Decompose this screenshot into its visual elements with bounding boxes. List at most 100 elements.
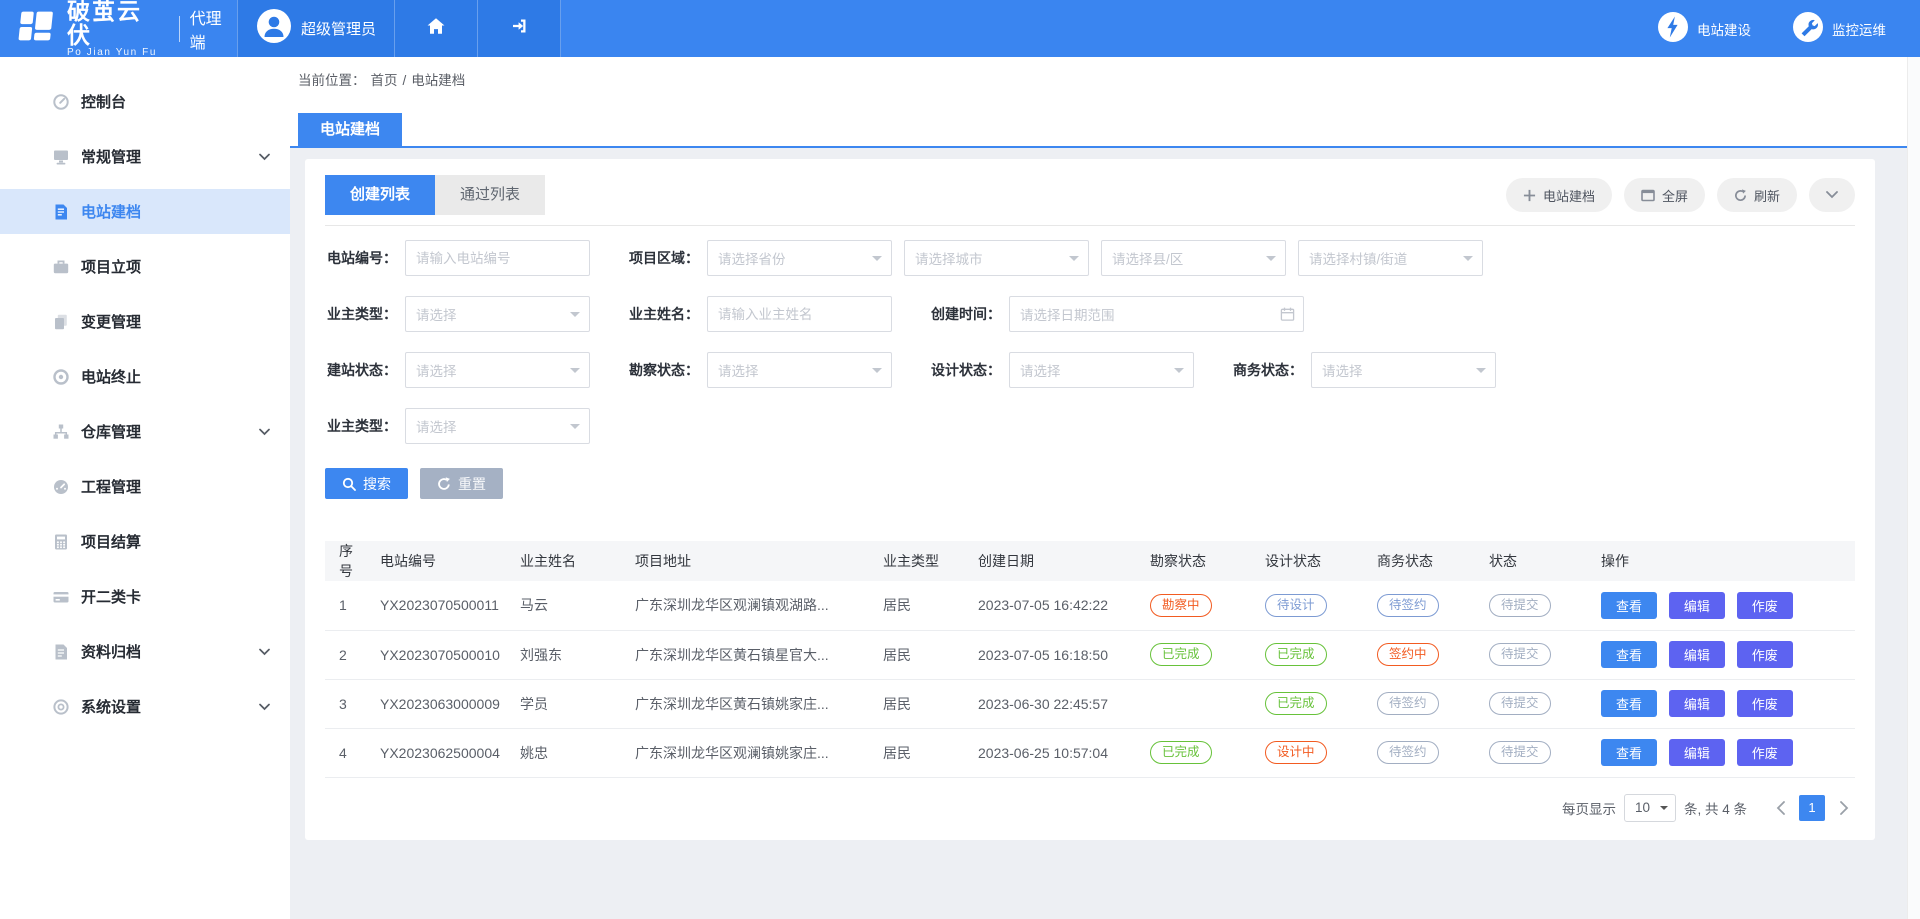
city-select[interactable]: 请选择城市 [904, 240, 1089, 276]
build-status-select[interactable]: 请选择 [405, 352, 590, 388]
per-page-select[interactable]: 10 [1624, 794, 1676, 822]
next-page-button[interactable] [1833, 795, 1855, 821]
reset-button[interactable]: 重置 [420, 468, 503, 499]
town-select[interactable]: 请选择村镇/街道 [1298, 240, 1483, 276]
chevron-left-icon [1776, 801, 1785, 815]
owner-name-input[interactable] [707, 296, 892, 332]
create-time-label: 创建时间： [929, 304, 1001, 324]
sidebar-item-label: 资料归档 [81, 641, 141, 662]
col-header: 序号 [325, 541, 370, 581]
target-icon [52, 368, 70, 386]
header-quick-links: 电站建设 监控运维 [1658, 0, 1920, 57]
edit-button[interactable]: 编辑 [1669, 739, 1725, 766]
caret-icon [1463, 256, 1473, 266]
create-station-button[interactable]: 电站建档 [1506, 178, 1612, 212]
sidebar: 控制台 常规管理 电站建档 项目立项 变更管理 电站终止 仓库管理 工程管理 项… [0, 57, 290, 919]
caret-icon [570, 368, 580, 378]
view-button[interactable]: 查看 [1601, 690, 1657, 717]
tab-create-list[interactable]: 创建列表 [325, 175, 435, 215]
sidebar-item-warehouse-mgmt[interactable]: 仓库管理 [0, 409, 290, 454]
sidebar-item-station-termination[interactable]: 电站终止 [0, 354, 290, 399]
void-button[interactable]: 作废 [1737, 592, 1793, 619]
status-badge: 已完成 [1265, 643, 1327, 666]
fullscreen-button[interactable]: 全屏 [1624, 178, 1705, 212]
status-badge: 待签约 [1377, 594, 1439, 617]
col-header: 设计状态 [1255, 541, 1367, 581]
void-button[interactable]: 作废 [1737, 690, 1793, 717]
survey-status-select[interactable]: 请选择 [707, 352, 892, 388]
status-badge: 待提交 [1489, 741, 1551, 764]
tab-passed-list[interactable]: 通过列表 [435, 175, 545, 215]
void-button[interactable]: 作废 [1737, 739, 1793, 766]
breadcrumb-home[interactable]: 首页 [371, 72, 398, 90]
settings-icon [52, 698, 70, 716]
caret-icon [1660, 806, 1668, 814]
breadcrumb-separator: / [403, 72, 407, 90]
home-button[interactable] [394, 0, 477, 57]
breadcrumb-zone: 当前位置： 首页 / 电站建档 电站建档 [290, 57, 1920, 148]
sidebar-item-system-settings[interactable]: 系统设置 [0, 684, 290, 729]
chevron-down-icon [259, 153, 270, 160]
scrollbar-track[interactable] [1907, 57, 1920, 919]
caret-icon [1476, 368, 1486, 378]
sidebar-item-general-mgmt[interactable]: 常规管理 [0, 134, 290, 179]
date-range-picker[interactable]: 请选择日期范围 [1009, 296, 1304, 332]
logout-button[interactable] [477, 0, 560, 57]
sidebar-item-data-archive[interactable]: 资料归档 [0, 629, 290, 674]
status-badge: 设计中 [1265, 741, 1327, 764]
sidebar-item-type2-card[interactable]: 开二类卡 [0, 574, 290, 619]
page-tab[interactable]: 电站建档 [298, 113, 402, 146]
chevron-down-icon [259, 428, 270, 435]
user-menu[interactable]: 超级管理员 [238, 0, 394, 57]
col-header: 状态 [1479, 541, 1591, 581]
sidebar-item-label: 电站建档 [81, 201, 141, 222]
status-badge: 待签约 [1377, 692, 1439, 715]
edit-button[interactable]: 编辑 [1669, 690, 1725, 717]
caret-icon [1266, 256, 1276, 266]
lightning-icon [1658, 12, 1688, 45]
monitor-icon [52, 148, 70, 166]
station-no-input[interactable] [405, 240, 590, 276]
build-status-label: 建站状态： [325, 360, 397, 380]
view-button[interactable]: 查看 [1601, 739, 1657, 766]
portal-badge: 代理端 [179, 16, 237, 42]
refresh-button[interactable]: 刷新 [1717, 178, 1797, 212]
sidebar-item-label: 变更管理 [81, 311, 141, 332]
breadcrumb-current: 电站建档 [411, 72, 465, 90]
table-row: 3 YX2023063000009 学员 广东深圳龙华区黄石镇姚家庄... 居民… [325, 679, 1855, 728]
page-number-button[interactable]: 1 [1799, 795, 1825, 821]
view-button[interactable]: 查看 [1601, 641, 1657, 668]
quick-link-label: 监控运维 [1832, 19, 1886, 39]
sidebar-item-station-archive[interactable]: 电站建档 [0, 189, 290, 234]
brand-logo: 破茧云伏 Po Jian Yun Fu 代理端 [0, 0, 237, 57]
view-button[interactable]: 查看 [1601, 592, 1657, 619]
bankcard-icon [52, 588, 70, 606]
sidebar-item-change-mgmt[interactable]: 变更管理 [0, 299, 290, 344]
sidebar-item-engineering-mgmt[interactable]: 工程管理 [0, 464, 290, 509]
edit-button[interactable]: 编辑 [1669, 641, 1725, 668]
owner-type2-select[interactable]: 请选择 [405, 408, 590, 444]
refresh-icon [1734, 189, 1747, 202]
prev-page-button[interactable] [1769, 795, 1791, 821]
copy-icon [52, 313, 70, 331]
edit-button[interactable]: 编辑 [1669, 592, 1725, 619]
quick-link-station-build[interactable]: 电站建设 [1658, 12, 1751, 45]
toolbar-collapse-button[interactable] [1809, 178, 1855, 212]
sidebar-item-console[interactable]: 控制台 [0, 79, 290, 124]
top-header: 破茧云伏 Po Jian Yun Fu 代理端 超级管理员 [0, 0, 1920, 57]
search-button[interactable]: 搜索 [325, 468, 408, 499]
logo-text: 破茧云伏 Po Jian Yun Fu [67, 0, 166, 58]
status-badge: 待设计 [1265, 594, 1327, 617]
quick-link-monitor-ops[interactable]: 监控运维 [1793, 12, 1886, 45]
county-select[interactable]: 请选择县/区 [1101, 240, 1286, 276]
province-select[interactable]: 请选择省份 [707, 240, 892, 276]
sidebar-item-project-settlement[interactable]: 项目结算 [0, 519, 290, 564]
quick-link-label: 电站建设 [1697, 19, 1751, 39]
col-header: 创建日期 [968, 541, 1140, 581]
business-status-select[interactable]: 请选择 [1311, 352, 1496, 388]
owner-type-select[interactable]: 请选择 [405, 296, 590, 332]
table-row: 1 YX2023070500011 马云 广东深圳龙华区观澜镇观湖路... 居民… [325, 581, 1855, 630]
design-status-select[interactable]: 请选择 [1009, 352, 1194, 388]
void-button[interactable]: 作废 [1737, 641, 1793, 668]
sidebar-item-project-initiation[interactable]: 项目立项 [0, 244, 290, 289]
